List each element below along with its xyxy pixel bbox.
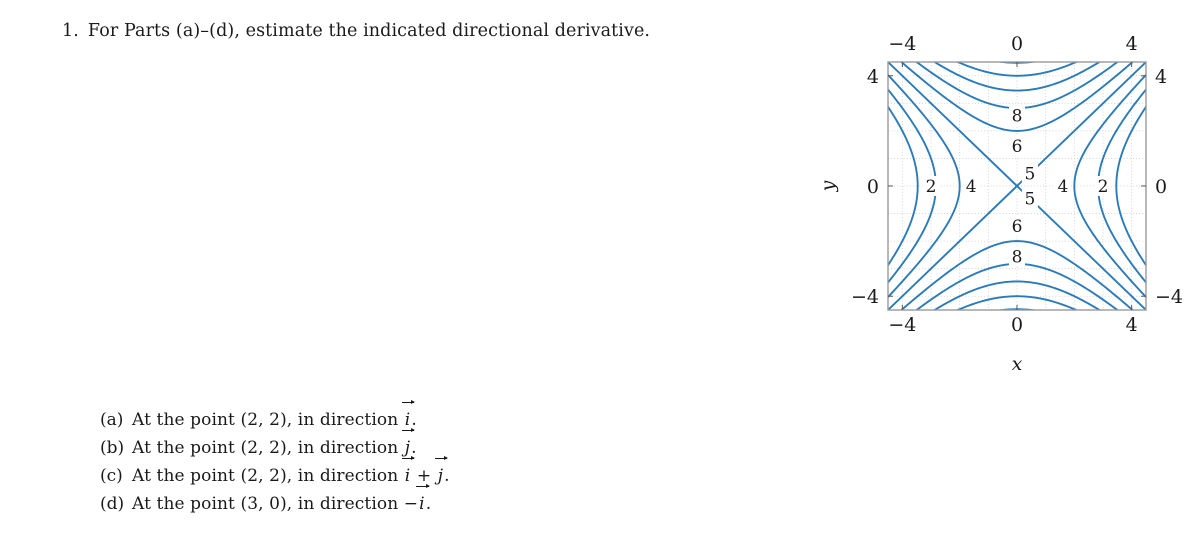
y-axis-label: y [817, 180, 839, 192]
contour-label: 5 [1024, 165, 1035, 185]
contour-label: 2 [926, 177, 937, 197]
parts-list: (a) At the point (2, 2), in direction i.(… [100, 398, 450, 522]
contour-label: 4 [966, 177, 977, 197]
part-label: (d) [100, 494, 125, 514]
axis-tick-label: 0 [1155, 176, 1167, 198]
part-text: At the point (2, 2), in direction j. [132, 426, 417, 458]
axis-tick-label: 0 [1011, 33, 1023, 55]
part-label: (a) [100, 410, 124, 430]
part-label: (b) [100, 438, 125, 458]
axis-tick-label: −4 [851, 286, 879, 308]
part-item: (a) At the point (2, 2), in direction i. [100, 398, 450, 438]
part-item: (b) At the point (2, 2), in direction j. [100, 426, 450, 466]
part-prefix: At the point (3, 0), in direction [132, 494, 404, 514]
part-label: (c) [100, 466, 123, 486]
problem-statement: 1. For Parts (a)–(d), estimate the indica… [62, 21, 650, 41]
axis-tick-label: 4 [1126, 314, 1138, 336]
axis-tick-label: −4 [1155, 286, 1183, 308]
unit-vector-icon: i [401, 454, 414, 486]
contour-label: 8 [1012, 107, 1023, 127]
contour-label: 2 [1098, 177, 1109, 197]
part-prefix: At the point (2, 2), in direction [132, 466, 404, 486]
part-prefix: At the point (2, 2), in direction [132, 438, 404, 458]
contour-label: 5 [1024, 189, 1035, 209]
contour-label: 6 [1012, 137, 1023, 157]
part-suffix: . [444, 466, 450, 486]
axis-tick-label: 0 [867, 176, 879, 198]
part-text: At the point (3, 0), in direction −i. [132, 482, 432, 514]
contour-plot-figure: 8 6 5 5 6 8 2 4 4 2 −4 0 4 −4 0 4 4 0 −4 4 0 −4 x y [790, 14, 1190, 384]
contour-label: 8 [1012, 247, 1023, 267]
contour-label: 6 [1012, 217, 1023, 237]
contour-plot-svg: 8655682 4 4 2−4 0 4−4 0 440−440−4xy [817, 33, 1183, 375]
axis-tick-label: −4 [888, 33, 916, 55]
part-direction-sign: − [403, 494, 419, 514]
problem-number: 1. [62, 21, 79, 41]
part-text: At the point (2, 2), in direction i. [132, 398, 417, 430]
axis-tick-label: −4 [888, 314, 916, 336]
axis-tick-label: 4 [1155, 66, 1167, 88]
axis-tick-label: 4 [1126, 33, 1138, 55]
unit-vector-icon: i [416, 482, 429, 514]
part-suffix: . [425, 494, 432, 514]
problem-text: For Parts (a)–(d), estimate the indicate… [87, 21, 651, 41]
part-text: At the point (2, 2), in direction i + j. [132, 454, 450, 486]
part-prefix: At the point (2, 2), in direction [132, 410, 404, 430]
part-item: (d) At the point (3, 0), in direction −i. [100, 482, 450, 522]
axis-tick-label: 0 [1011, 314, 1023, 336]
part-item: (c) At the point (2, 2), in direction i +… [100, 454, 450, 494]
x-axis-label: x [1012, 353, 1023, 375]
contour-label: 4 [1057, 177, 1068, 197]
axis-tick-label: 4 [867, 66, 879, 88]
unit-vector-icon: j [434, 454, 448, 486]
